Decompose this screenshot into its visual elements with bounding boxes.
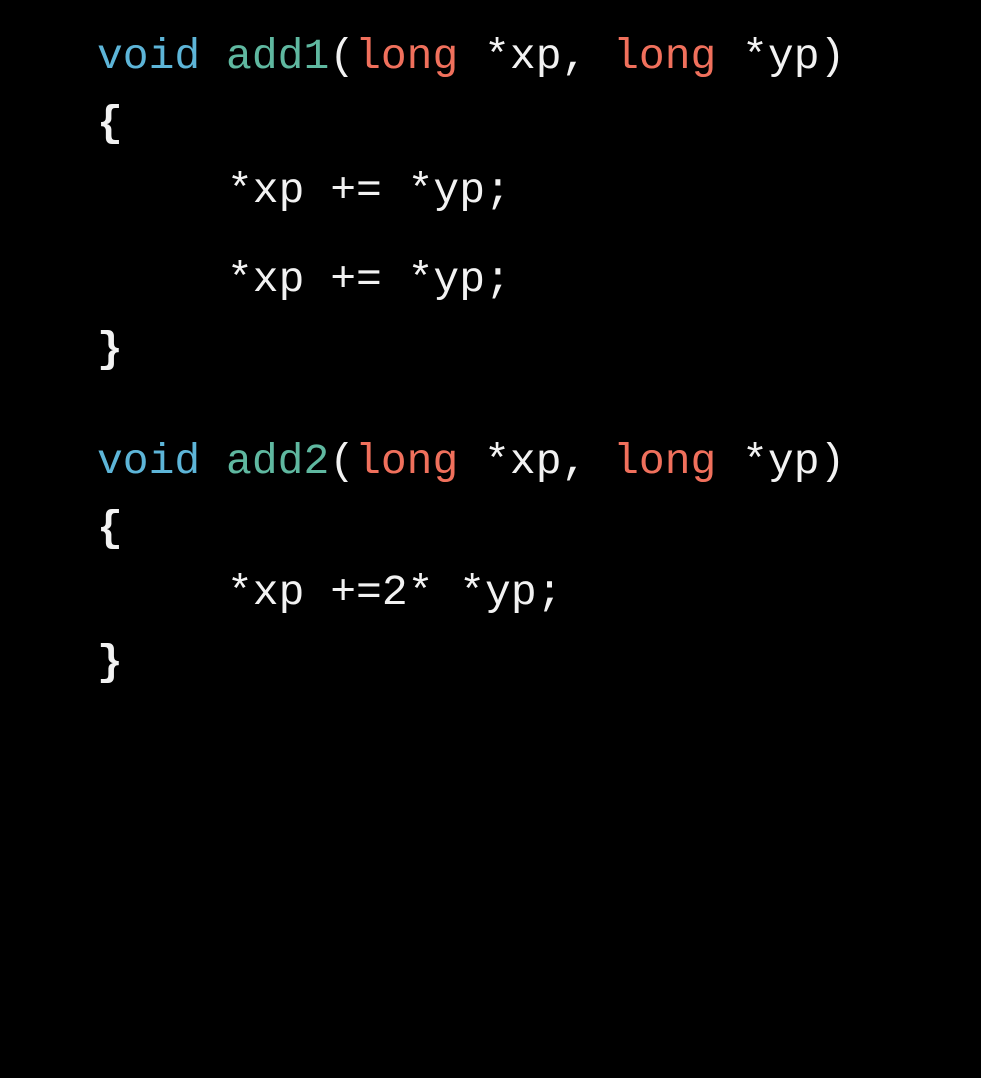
statement-line: *xp += *yp; bbox=[227, 255, 511, 304]
function-name: add2 bbox=[226, 437, 330, 486]
close-brace: } bbox=[97, 638, 123, 687]
statement-line: *xp += *yp; bbox=[227, 166, 511, 215]
param-name: *yp) bbox=[716, 437, 846, 486]
function-signature-add2: void add2(long *xp, long *yp) bbox=[97, 440, 845, 483]
close-brace: } bbox=[97, 325, 123, 374]
param-name: *xp, bbox=[458, 437, 614, 486]
keyword-void: void bbox=[97, 437, 201, 486]
param-name: *xp, bbox=[458, 32, 614, 81]
param-type: long bbox=[355, 437, 459, 486]
open-brace: { bbox=[97, 504, 123, 553]
code-block: void add1(long *xp, long *yp) { *xp += *… bbox=[97, 0, 845, 1078]
param-type: long bbox=[355, 32, 459, 81]
function-signature-add1: void add1(long *xp, long *yp) bbox=[97, 35, 845, 78]
statement-line: *xp +=2* *yp; bbox=[227, 568, 563, 617]
open-paren: ( bbox=[329, 32, 356, 81]
function-name: add1 bbox=[226, 32, 330, 81]
keyword-void: void bbox=[97, 32, 201, 81]
open-paren: ( bbox=[329, 437, 356, 486]
param-name: *yp) bbox=[716, 32, 846, 81]
param-type: long bbox=[613, 32, 717, 81]
param-type: long bbox=[613, 437, 717, 486]
open-brace: { bbox=[97, 99, 123, 148]
